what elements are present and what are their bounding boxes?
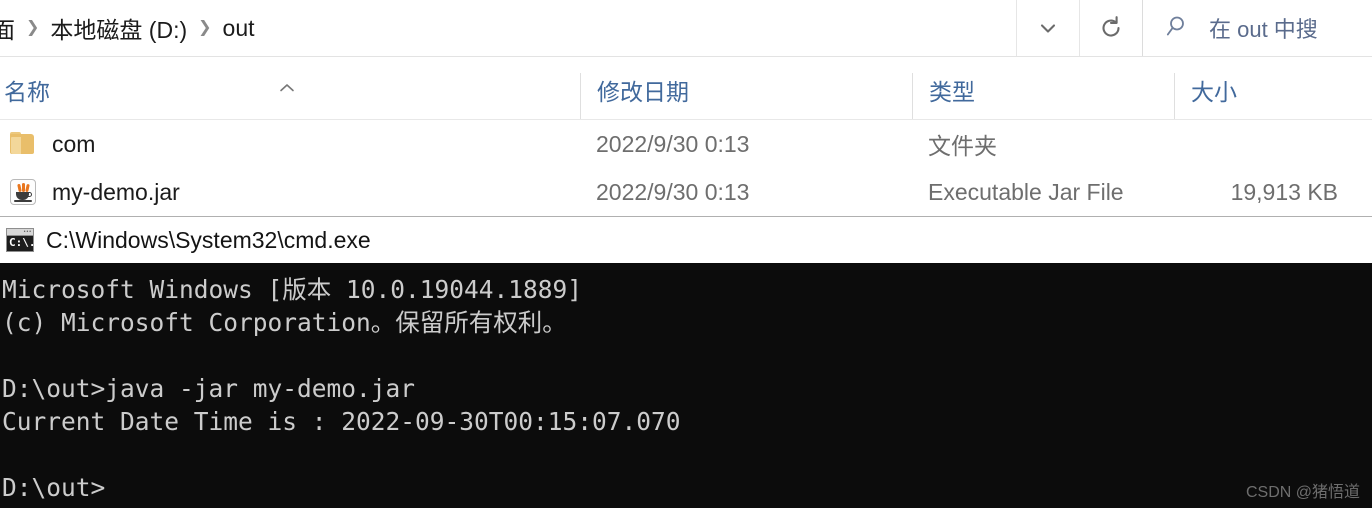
refresh-icon: [1097, 14, 1125, 42]
search-icon: [1165, 13, 1191, 44]
file-name-label: my-demo.jar: [52, 178, 180, 205]
file-size-cell: 19,913 KB: [1230, 178, 1338, 205]
folder-icon: [10, 132, 36, 156]
console-line-output: Current Date Time is : 2022-09-30T00:15:…: [2, 407, 681, 436]
breadcrumb-item-local-disk-d[interactable]: 本地磁盘 (D:): [48, 11, 189, 45]
column-header-row: 名称 修改日期 类型 大小: [0, 57, 1372, 120]
file-explorer-window: 面 ❯ 本地磁盘 (D:) ❯ out 在 out 中搜 名称 修改日期 类型 …: [0, 0, 1372, 216]
file-type-cell: 文件夹: [928, 133, 997, 159]
console-line: Microsoft Windows [版本 10.0.19044.1889]: [2, 275, 583, 304]
file-type-cell: Executable Jar File: [928, 178, 1124, 205]
console-line-prompt: D:\out>: [2, 473, 106, 502]
sort-ascending-caret-icon: [278, 81, 296, 96]
breadcrumb-separator-icon: ❯: [198, 19, 212, 36]
address-bar[interactable]: 面 ❯ 本地磁盘 (D:) ❯ out 在 out 中搜: [0, 0, 1372, 57]
watermark: CSDN @猪悟道: [1245, 484, 1360, 501]
console-line-command: D:\out>java -jar my-demo.jar: [2, 374, 416, 403]
cmd-console-icon: ••• C:\.: [6, 228, 36, 252]
file-date-cell: 2022/9/30 0:13: [596, 130, 750, 157]
search-box[interactable]: 在 out 中搜: [1142, 0, 1372, 56]
table-row[interactable]: com 2022/9/30 0:13 文件夹: [0, 120, 1372, 168]
breadcrumb-item-out[interactable]: out: [221, 15, 257, 42]
console-line: (c) Microsoft Corporation。保留所有权利。: [2, 308, 567, 337]
address-history-dropdown-button[interactable]: [1016, 0, 1079, 56]
java-jar-icon: [10, 179, 36, 205]
refresh-button[interactable]: [1079, 0, 1142, 56]
file-date-cell: 2022/9/30 0:13: [596, 178, 750, 205]
column-header-date-modified[interactable]: 修改日期: [580, 73, 912, 119]
column-header-name[interactable]: 名称: [0, 73, 580, 119]
file-name-label: com: [52, 130, 96, 157]
breadcrumb-item-desktop[interactable]: 面: [0, 11, 17, 45]
breadcrumb[interactable]: 面 ❯ 本地磁盘 (D:) ❯ out: [0, 0, 1016, 56]
table-row[interactable]: my-demo.jar 2022/9/30 0:13 Executable Ja…: [0, 168, 1372, 216]
search-input-placeholder[interactable]: 在 out 中搜: [1191, 12, 1318, 44]
column-header-size[interactable]: 大小: [1174, 73, 1372, 119]
file-list: com 2022/9/30 0:13 文件夹 my-demo.jar 2022/…: [0, 120, 1372, 216]
console-output-area[interactable]: Microsoft Windows [版本 10.0.19044.1889] (…: [0, 263, 1372, 508]
breadcrumb-separator-icon: ❯: [26, 19, 40, 36]
file-name-cell[interactable]: com: [0, 131, 580, 158]
chevron-down-icon: [1035, 15, 1061, 41]
file-name-cell[interactable]: my-demo.jar: [0, 179, 580, 206]
cmd-window: ••• C:\. C:\Windows\System32\cmd.exe Mic…: [0, 216, 1372, 508]
column-header-type[interactable]: 类型: [912, 73, 1174, 119]
cmd-title-label: C:\Windows\System32\cmd.exe: [46, 226, 371, 253]
cmd-title-bar[interactable]: ••• C:\. C:\Windows\System32\cmd.exe: [0, 216, 1372, 263]
